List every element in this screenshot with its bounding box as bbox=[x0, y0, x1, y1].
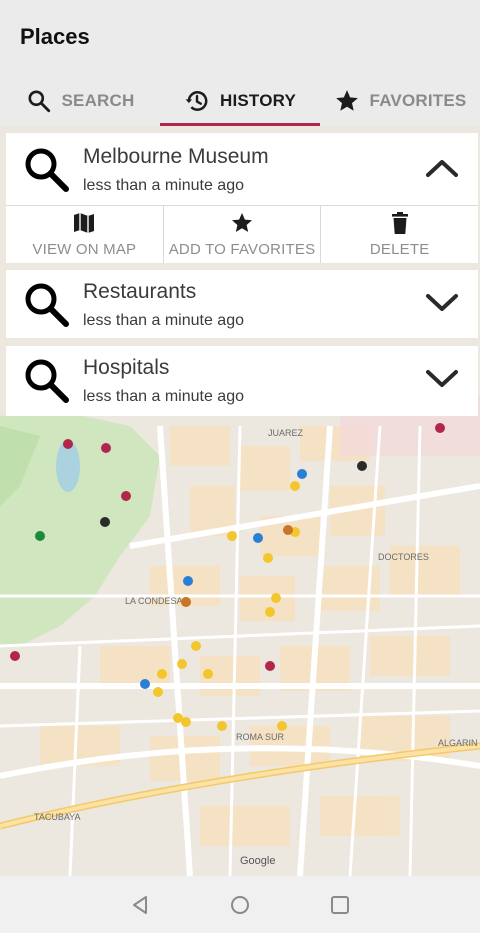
trash-icon bbox=[391, 212, 408, 234]
delete-button[interactable]: DELETE bbox=[321, 206, 478, 263]
search-icon bbox=[27, 90, 50, 113]
history-item-title: Restaurants bbox=[83, 280, 197, 303]
history-item-time: less than a minute ago bbox=[83, 388, 244, 405]
tab-history-label: HISTORY bbox=[219, 91, 297, 110]
chevron-down-icon[interactable] bbox=[424, 290, 460, 314]
recents-icon[interactable] bbox=[328, 893, 352, 917]
history-item[interactable]: Melbourne Museum less than a minute ago bbox=[6, 133, 478, 205]
history-item-time: less than a minute ago bbox=[83, 312, 244, 329]
search-icon bbox=[25, 359, 69, 403]
map-label-condesa: LA CONDESA bbox=[125, 596, 183, 606]
tab-favorites[interactable]: FAVORITES bbox=[320, 76, 480, 126]
chevron-down-icon[interactable] bbox=[424, 366, 460, 390]
history-item[interactable]: Hospitals less than a minute ago bbox=[6, 346, 478, 416]
map-label-tacubaya: TACUBAYA bbox=[34, 812, 81, 822]
tab-search-label: SEARCH bbox=[61, 91, 135, 110]
history-item-title: Hospitals bbox=[83, 356, 170, 379]
search-icon bbox=[25, 148, 69, 192]
map-attribution: Google bbox=[240, 855, 275, 867]
delete-label: DELETE bbox=[369, 241, 430, 258]
history-item[interactable]: Restaurants less than a minute ago bbox=[6, 270, 478, 338]
app-bar: Places SEARCH HISTORY FAVORITES bbox=[0, 0, 480, 126]
add-to-favorites-button[interactable]: ADD TO FAVORITES bbox=[164, 206, 322, 263]
view-on-map-button[interactable]: VIEW ON MAP bbox=[6, 206, 164, 263]
system-nav-bar bbox=[0, 876, 480, 933]
add-to-favorites-label: ADD TO FAVORITES bbox=[168, 241, 316, 258]
back-icon[interactable] bbox=[128, 893, 152, 917]
map-label-roma-sur: ROMA SUR bbox=[236, 732, 285, 742]
history-item-actions: VIEW ON MAP ADD TO FAVORITES DELETE bbox=[6, 205, 478, 263]
history-item-title: Melbourne Museum bbox=[83, 145, 269, 168]
view-on-map-label: VIEW ON MAP bbox=[32, 241, 137, 258]
map-icon bbox=[74, 213, 95, 233]
map-label-algarin: ALGARIN bbox=[438, 738, 478, 748]
map-label-doctores: DOCTORES bbox=[378, 552, 429, 562]
map-label-juarez: JUAREZ bbox=[268, 428, 304, 438]
star-icon bbox=[335, 90, 358, 111]
history-icon bbox=[185, 91, 208, 111]
chevron-up-icon[interactable] bbox=[424, 157, 460, 181]
home-icon[interactable] bbox=[228, 893, 252, 917]
star-icon bbox=[232, 213, 252, 232]
search-icon bbox=[25, 283, 69, 327]
app-title: Places bbox=[20, 24, 90, 49]
history-item-time: less than a minute ago bbox=[83, 177, 244, 194]
tab-search[interactable]: SEARCH bbox=[0, 76, 160, 126]
tab-history[interactable]: HISTORY bbox=[160, 76, 320, 126]
tab-favorites-label: FAVORITES bbox=[369, 91, 467, 110]
tab-bar: SEARCH HISTORY FAVORITES bbox=[0, 76, 480, 126]
